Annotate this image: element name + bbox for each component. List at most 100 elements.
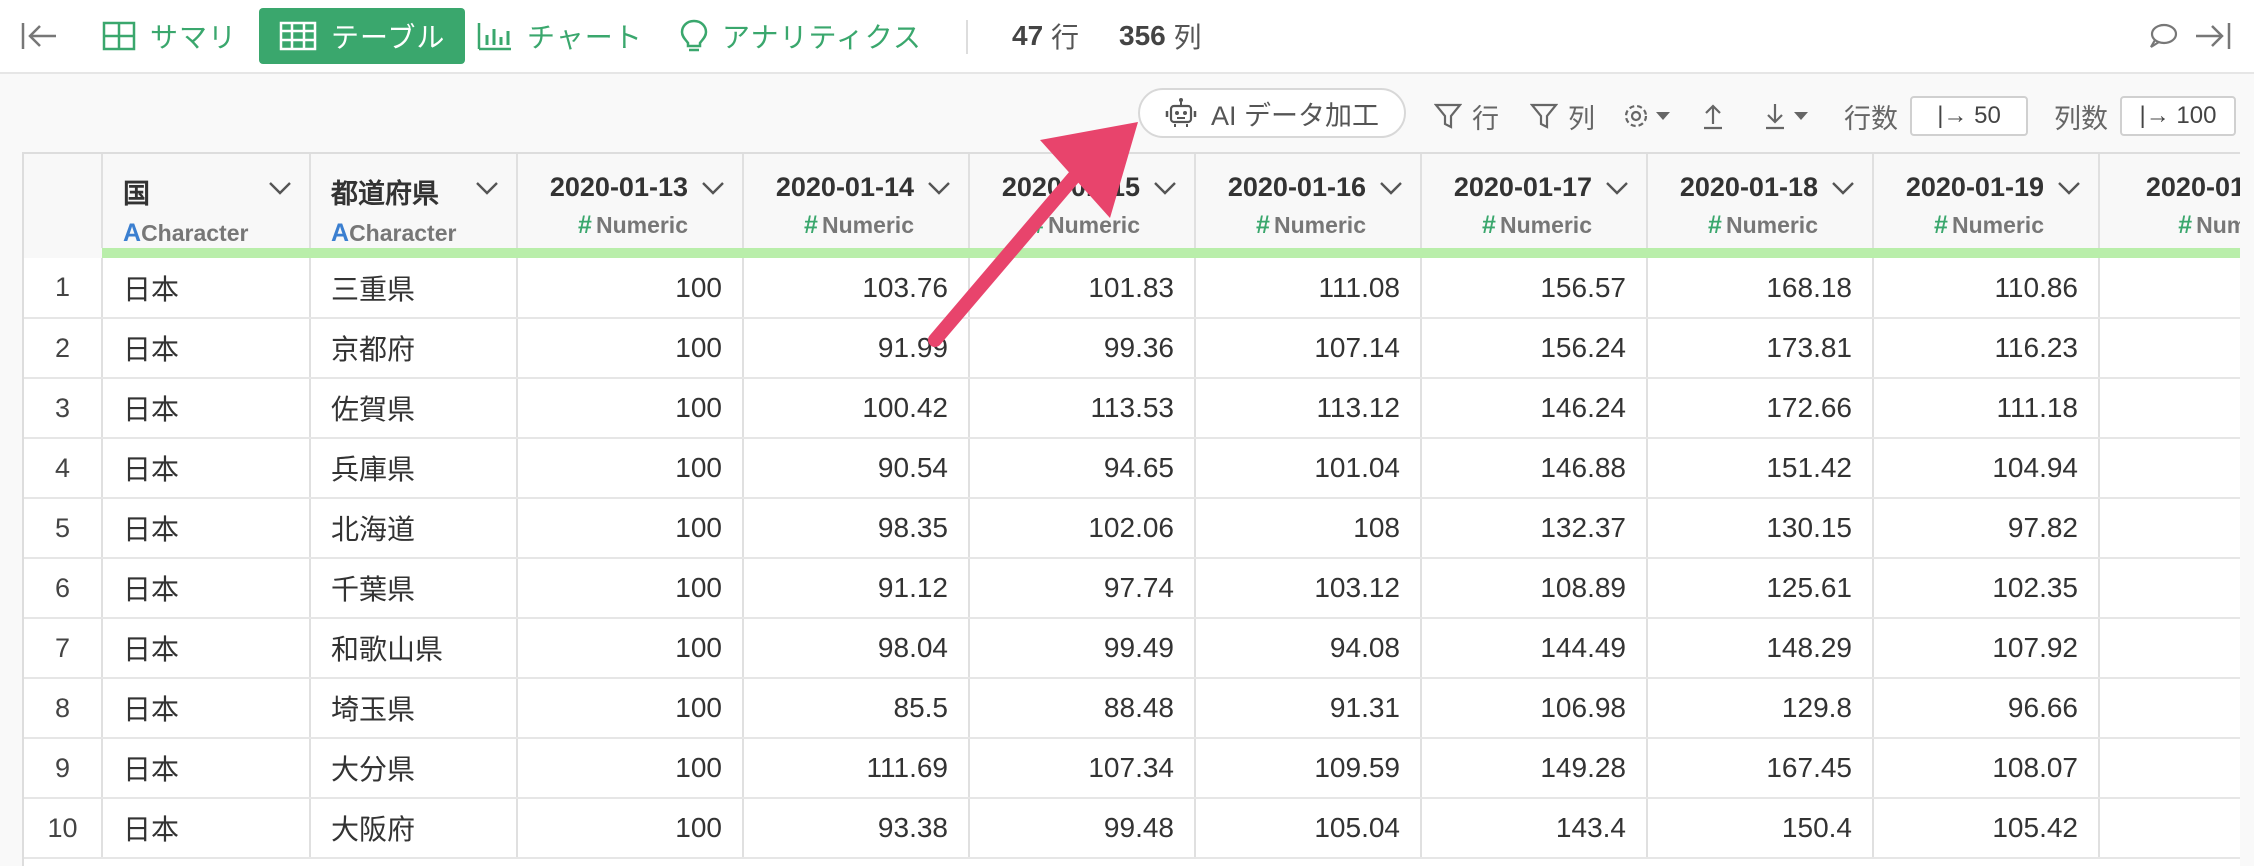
table-row[interactable]: 9 日本 大分県 100 111.69 107.34 109.59 149.28 167.45 1…	[24, 738, 2240, 799]
column-header[interactable]: 2020-01-18 # Numeric	[1647, 154, 1874, 248]
column-header[interactable]: 2020-01-13 # Numeric	[517, 154, 744, 248]
table-cell[interactable]: 兵庫県	[310, 438, 518, 499]
table-cell[interactable]: 100	[517, 378, 744, 439]
table-cell[interactable]: 99.49	[969, 618, 1196, 679]
table-cell[interactable]: 103.76	[743, 258, 970, 319]
table-row[interactable]: 10 日本 大阪府 100 93.38 99.48 105.04 143.4 150.4 105.…	[24, 798, 2240, 859]
table-cell[interactable]: 100	[517, 798, 744, 859]
table-cell[interactable]: 千葉県	[310, 558, 518, 619]
table-cell[interactable]: 日本	[102, 438, 311, 499]
chevron-down-icon[interactable]	[2056, 180, 2082, 196]
table-cell[interactable]: 88.48	[969, 678, 1196, 739]
table-cell[interactable]: 106.98	[1421, 678, 1648, 739]
table-cell[interactable]: 146.24	[1421, 378, 1648, 439]
table-cell[interactable]: 96.66	[1873, 678, 2100, 739]
table-cell[interactable]: 113.12	[1195, 378, 1422, 439]
table-cell[interactable]: 佐賀県	[310, 378, 518, 439]
table-cell[interactable]: 100	[517, 558, 744, 619]
table-cell[interactable]: 102.35	[1873, 558, 2100, 619]
table-cell[interactable]: 100	[517, 738, 744, 799]
row-filter-button[interactable]: 行	[1434, 96, 1499, 136]
table-row[interactable]: 8日本埼玉県10085.588.4891.31106.98129.896.668	[24, 678, 2240, 739]
table-cell[interactable]: 10	[2099, 318, 2240, 379]
table-row[interactable]: 7 日本 和歌山県 100 98.04 99.49 94.08 144.49 148.29 107…	[24, 618, 2240, 679]
table-cell[interactable]: 94.65	[969, 438, 1196, 499]
column-header[interactable]: 2020-01-16 # Numeric	[1195, 154, 1422, 248]
table-cell[interactable]: 125.61	[1647, 558, 1874, 619]
table-cell[interactable]: 156.57	[1421, 258, 1648, 319]
table-cell[interactable]: 101.04	[1195, 438, 1422, 499]
rows-limit-input[interactable]: |→ 50	[1910, 96, 2028, 136]
table-cell[interactable]: 100	[517, 498, 744, 559]
table-cell[interactable]: 9	[2099, 558, 2240, 619]
table-cell[interactable]: 130.15	[1647, 498, 1874, 559]
table-cell[interactable]: 和歌山県	[310, 618, 518, 679]
table-cell[interactable]: 103.12	[1195, 558, 1422, 619]
table-cell[interactable]: 113.53	[969, 378, 1196, 439]
table-cell[interactable]: 107.34	[969, 738, 1196, 799]
table-cell[interactable]: 三重県	[310, 258, 518, 319]
chevron-down-icon[interactable]	[1604, 180, 1630, 196]
table-cell[interactable]: 日本	[102, 378, 311, 439]
table-cell[interactable]: 148.29	[1647, 618, 1874, 679]
table-cell[interactable]: 97.82	[1873, 498, 2100, 559]
table-cell[interactable]: 156.24	[1421, 318, 1648, 379]
download-dropdown[interactable]	[1762, 96, 1810, 136]
table-cell[interactable]: 日本	[102, 798, 311, 859]
table-cell[interactable]: 143.4	[1421, 798, 1648, 859]
table-cell[interactable]: 91.99	[743, 318, 970, 379]
table-cell[interactable]: 168.18	[1647, 258, 1874, 319]
table-cell[interactable]: 100	[517, 258, 744, 319]
column-header[interactable]: 国 ACharacter	[102, 154, 311, 248]
table-cell[interactable]: 149.28	[1421, 738, 1648, 799]
table-cell[interactable]: 107.92	[1873, 618, 2100, 679]
chevron-down-icon[interactable]	[1152, 180, 1178, 196]
chevron-down-icon[interactable]	[474, 180, 500, 196]
table-cell[interactable]: 埼玉県	[310, 678, 518, 739]
table-cell[interactable]: 150.4	[1647, 798, 1874, 859]
table-row[interactable]: 1 日本 三重県 100 103.76 101.83 111.08 156.57 168.18 1…	[24, 258, 2240, 319]
table-cell[interactable]: 101.83	[969, 258, 1196, 319]
table-cell[interactable]: 9	[2099, 798, 2240, 859]
table-cell[interactable]: 10	[2099, 258, 2240, 319]
table-cell[interactable]: 151.42	[1647, 438, 1874, 499]
table-cell[interactable]: 94.08	[1195, 618, 1422, 679]
table-cell[interactable]: 日本	[102, 318, 311, 379]
table-cell[interactable]: 108.89	[1421, 558, 1648, 619]
table-row[interactable]: 3 日本 佐賀県 100 100.42 113.53 113.12 146.24 172.66 1…	[24, 378, 2240, 439]
columns-limit-input[interactable]: |→ 100	[2120, 96, 2236, 136]
table-cell[interactable]: 9	[2099, 438, 2240, 499]
table-row[interactable]: 6 日本 千葉県 100 91.12 97.74 103.12 108.89 125.61 102…	[24, 558, 2240, 619]
table-cell[interactable]: 9	[2099, 498, 2240, 559]
table-cell[interactable]: 98.04	[743, 618, 970, 679]
table-cell[interactable]: 146.88	[1421, 438, 1648, 499]
table-cell[interactable]: 10	[2099, 618, 2240, 679]
tab-analytics[interactable]: アナリティクス	[660, 8, 942, 64]
table-row[interactable]: 4 日本 兵庫県 100 90.54 94.65 101.04 146.88 151.42 104…	[24, 438, 2240, 499]
table-cell[interactable]: 日本	[102, 558, 311, 619]
table-cell[interactable]: 10	[2099, 738, 2240, 799]
column-filter-button[interactable]: 列	[1530, 96, 1595, 136]
table-cell[interactable]: 8	[2099, 678, 2240, 739]
table-cell[interactable]: 108.07	[1873, 738, 2100, 799]
table-cell[interactable]: 105.04	[1195, 798, 1422, 859]
column-header[interactable]: 2020-01-19 # Numeric	[1873, 154, 2100, 248]
table-cell[interactable]: 109.59	[1195, 738, 1422, 799]
table-cell[interactable]: 172.66	[1647, 378, 1874, 439]
table-row[interactable]: 2 日本 京都府 100 91.99 99.36 107.14 156.24 173.81 116…	[24, 318, 2240, 379]
chevron-down-icon[interactable]	[1378, 180, 1404, 196]
table-cell[interactable]: 111.18	[1873, 378, 2100, 439]
upload-icon[interactable]	[1700, 96, 1726, 136]
table-cell[interactable]: 京都府	[310, 318, 518, 379]
table-cell[interactable]: 97.74	[969, 558, 1196, 619]
collapse-left-icon[interactable]	[20, 0, 58, 72]
table-cell[interactable]: 91.12	[743, 558, 970, 619]
table-cell[interactable]: 105.42	[1873, 798, 2100, 859]
table-cell[interactable]: 116.23	[1873, 318, 2100, 379]
table-cell[interactable]: 日本	[102, 738, 311, 799]
table-cell[interactable]: 100	[517, 678, 744, 739]
table-cell[interactable]: 北海道	[310, 498, 518, 559]
chevron-down-icon[interactable]	[267, 180, 293, 196]
table-cell[interactable]: 大阪府	[310, 798, 518, 859]
table-cell[interactable]: 173.81	[1647, 318, 1874, 379]
